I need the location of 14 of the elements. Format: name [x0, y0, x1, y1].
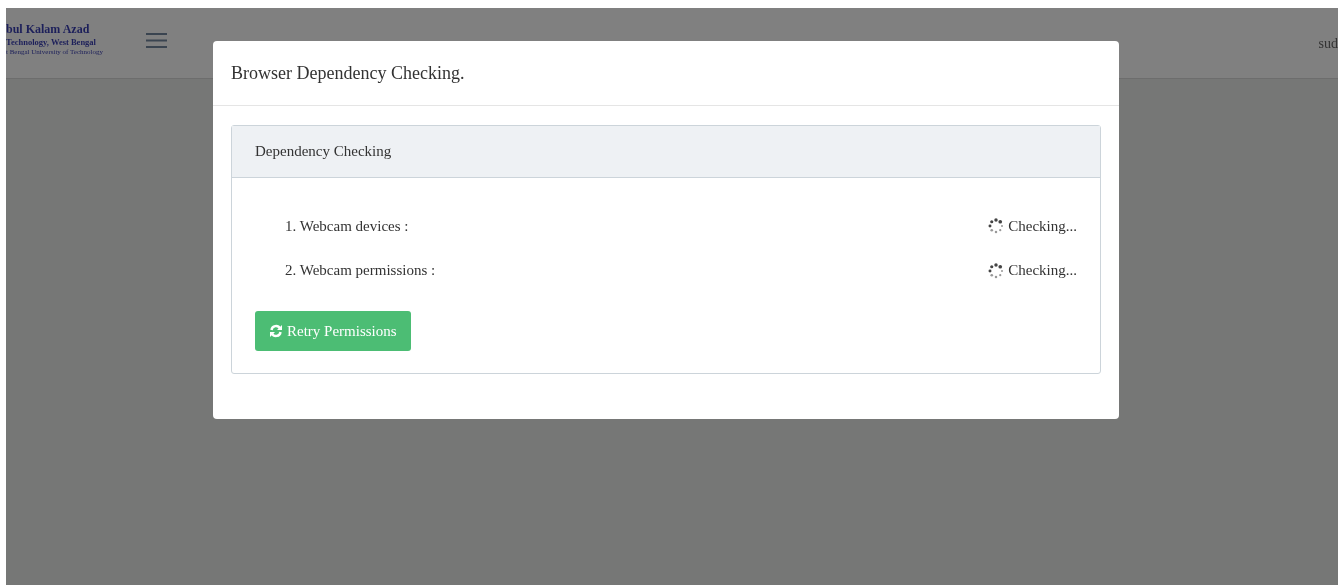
retry-button[interactable]: Retry Permissions: [255, 311, 411, 351]
user-name[interactable]: sud: [1318, 36, 1338, 52]
refresh-icon: [269, 324, 283, 338]
check-status: Checking...: [1008, 262, 1077, 279]
spinner-icon: [988, 262, 1005, 279]
modal-title: Browser Dependency Checking.: [213, 41, 1119, 106]
panel-heading: Dependency Checking: [232, 126, 1100, 178]
check-label: 1. Webcam devices :: [285, 217, 409, 235]
logo-text: Technology, West Bengal: [6, 36, 97, 48]
logo-text: bul Kalam Azad: [6, 22, 91, 36]
check-status: Checking...: [1008, 217, 1077, 235]
spinner-icon: [988, 218, 1005, 234]
menu-icon[interactable]: [146, 32, 167, 49]
check-label: 2. Webcam permissions :: [285, 262, 436, 279]
